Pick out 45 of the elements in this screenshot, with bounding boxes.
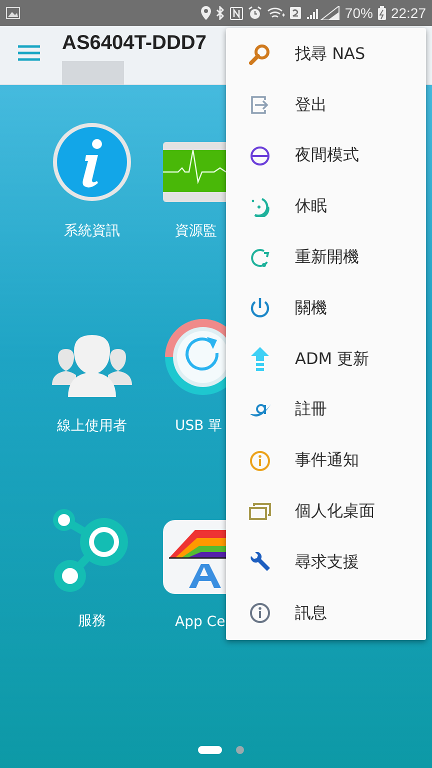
- logout-icon: [250, 95, 270, 116]
- menu-item[interactable]: 找尋 NAS: [226, 29, 426, 80]
- app-label: USB 單: [175, 417, 222, 435]
- battery-icon: [378, 6, 386, 20]
- app-label: 線上使用者: [57, 417, 127, 435]
- app-label: 服務: [78, 612, 106, 630]
- power-icon: [249, 297, 271, 320]
- menu-item[interactable]: 休眠: [226, 181, 426, 232]
- battery-percent: 70%: [344, 5, 373, 21]
- menu-item[interactable]: 訊息: [226, 588, 426, 639]
- bluetooth-icon: [216, 6, 225, 20]
- info-icon: [249, 450, 271, 472]
- wifi-icon: [266, 6, 285, 20]
- device-name: AS6404T-DDD7: [62, 32, 207, 55]
- menu-item[interactable]: 登出: [226, 80, 426, 131]
- alarm-icon: [248, 6, 262, 20]
- menu-icon[interactable]: [18, 45, 40, 61]
- nfc-icon: [230, 6, 243, 20]
- restart-icon: [250, 248, 270, 268]
- signal-icon: [306, 6, 340, 20]
- moon-icon: [250, 196, 270, 217]
- app-label: 資源監: [175, 222, 217, 240]
- info-icon: [249, 602, 271, 624]
- info-app-icon[interactable]: [52, 122, 132, 202]
- menu-item[interactable]: 夜間模式: [226, 130, 426, 182]
- location-icon: [200, 6, 211, 20]
- redacted-block: [62, 61, 124, 85]
- stacked-windows-icon: [249, 502, 271, 521]
- wrench-icon: [250, 552, 270, 572]
- up-arrow-icon: [251, 347, 269, 372]
- menu-item[interactable]: ADM 更新: [226, 334, 426, 385]
- menu-item[interactable]: 尋求支援: [226, 536, 426, 588]
- menu-item[interactable]: 註冊: [226, 384, 426, 436]
- clock-time: 22:27: [390, 5, 426, 21]
- menu-item[interactable]: 重新開機: [226, 232, 426, 283]
- app-label: App Ce: [175, 614, 226, 630]
- half-circle-icon: [250, 146, 270, 166]
- menu-item[interactable]: 事件通知: [226, 435, 426, 486]
- menu-item[interactable]: 關機: [226, 282, 426, 334]
- image-icon: [6, 7, 20, 19]
- app-label: 系統資訊: [64, 222, 120, 240]
- app-center-icon[interactable]: [163, 520, 226, 594]
- magnifier-icon: [249, 43, 271, 66]
- menu-item[interactable]: 個人化桌面: [226, 486, 426, 537]
- sim-icon: [290, 7, 301, 19]
